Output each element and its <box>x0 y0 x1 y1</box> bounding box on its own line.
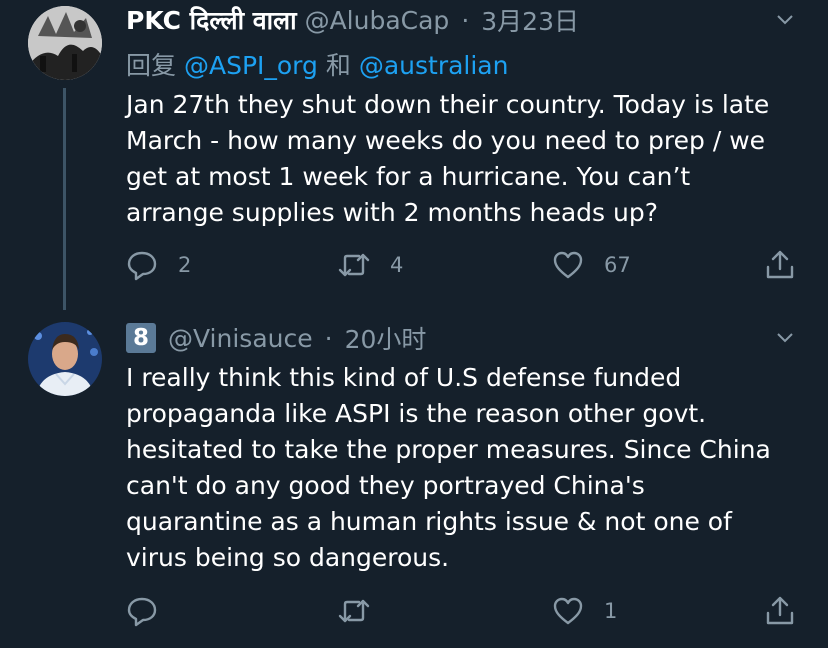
tweet-header: PKC दिल्ली वाला @AlubaCap · 3月23日 <box>126 2 768 38</box>
tweet-header: 8 @Vinisauce · 20小时 <box>126 320 768 356</box>
separator-dot: · <box>324 323 333 353</box>
share-icon <box>766 596 794 625</box>
tweet-text-line: I really think this kind of U.S defense … <box>126 363 682 392</box>
retweet-icon <box>338 253 370 277</box>
mention-link[interactable]: @australian <box>359 51 509 80</box>
retweet-button[interactable] <box>338 591 390 631</box>
user-handle[interactable]: @Vinisauce <box>168 324 313 353</box>
reply-icon <box>127 597 157 627</box>
avatar[interactable] <box>28 6 102 80</box>
separator-dot: · <box>461 5 470 35</box>
share-button[interactable] <box>764 245 796 285</box>
tweet-text-line: March - how many weeks do you need to pr… <box>126 126 766 155</box>
retweet-count: 4 <box>390 253 404 277</box>
retweet-button[interactable]: 4 <box>338 245 403 285</box>
reply-button[interactable]: 2 <box>126 245 191 285</box>
retweet-icon <box>338 599 370 623</box>
reply-joiner: 和 <box>325 51 351 80</box>
tweet-text-line: propaganda like ASPI is the reason other… <box>126 399 707 428</box>
timestamp[interactable]: 3月23日 <box>481 2 579 38</box>
share-button[interactable] <box>764 591 796 631</box>
reply-prefix: 回复 <box>126 51 177 80</box>
chevron-down-icon[interactable] <box>776 328 794 346</box>
tweet-text-line: quarantine as a human rights issue & not… <box>126 507 732 536</box>
tweet-text-line: hesitated to take the proper measures. S… <box>126 435 771 464</box>
like-button[interactable]: 1 <box>552 591 617 631</box>
replying-to: 回复 @ASPI_org 和 @australian <box>126 46 508 82</box>
like-button[interactable]: 67 <box>552 245 631 285</box>
avatar[interactable] <box>28 322 102 396</box>
reply-icon <box>127 251 157 281</box>
tweet-text-line: get at most 1 week for a hurricane. You … <box>126 162 691 191</box>
reply-count: 2 <box>178 253 192 277</box>
mention-link[interactable]: @ASPI_org <box>184 51 318 80</box>
display-name[interactable]: PKC दिल्ली वाला <box>126 3 297 37</box>
reply-button[interactable] <box>126 591 178 631</box>
like-count: 1 <box>604 599 618 623</box>
tweet-text-line: virus being so dangerous. <box>126 543 450 572</box>
like-icon <box>553 251 583 279</box>
like-icon <box>553 597 583 625</box>
tweet-text-line: Jan 27th they shut down their country. T… <box>126 90 770 119</box>
user-badge: 8 <box>126 323 156 353</box>
tweet-text: I really think this kind of U.S defense … <box>126 360 808 576</box>
like-count: 67 <box>604 253 631 277</box>
tweet-text: Jan 27th they shut down their country. T… <box>126 87 808 231</box>
share-icon <box>766 250 794 279</box>
chevron-down-icon[interactable] <box>776 10 794 28</box>
tweet-text-line: can't do any good they portrayed China's <box>126 471 645 500</box>
tweet-1[interactable]: PKC दिल्ली वाला @AlubaCap · 3月23日 回复 @AS… <box>0 0 828 310</box>
tweet-text-line: arrange supplies with 2 months heads up? <box>126 198 658 227</box>
timestamp[interactable]: 20小时 <box>345 320 427 356</box>
user-handle[interactable]: @AlubaCap <box>305 6 450 35</box>
action-bar: 2 4 67 <box>0 245 828 285</box>
action-bar: 1 <box>0 591 828 631</box>
tweet-2[interactable]: 8 @Vinisauce · 20小时 I really think this … <box>0 310 828 648</box>
